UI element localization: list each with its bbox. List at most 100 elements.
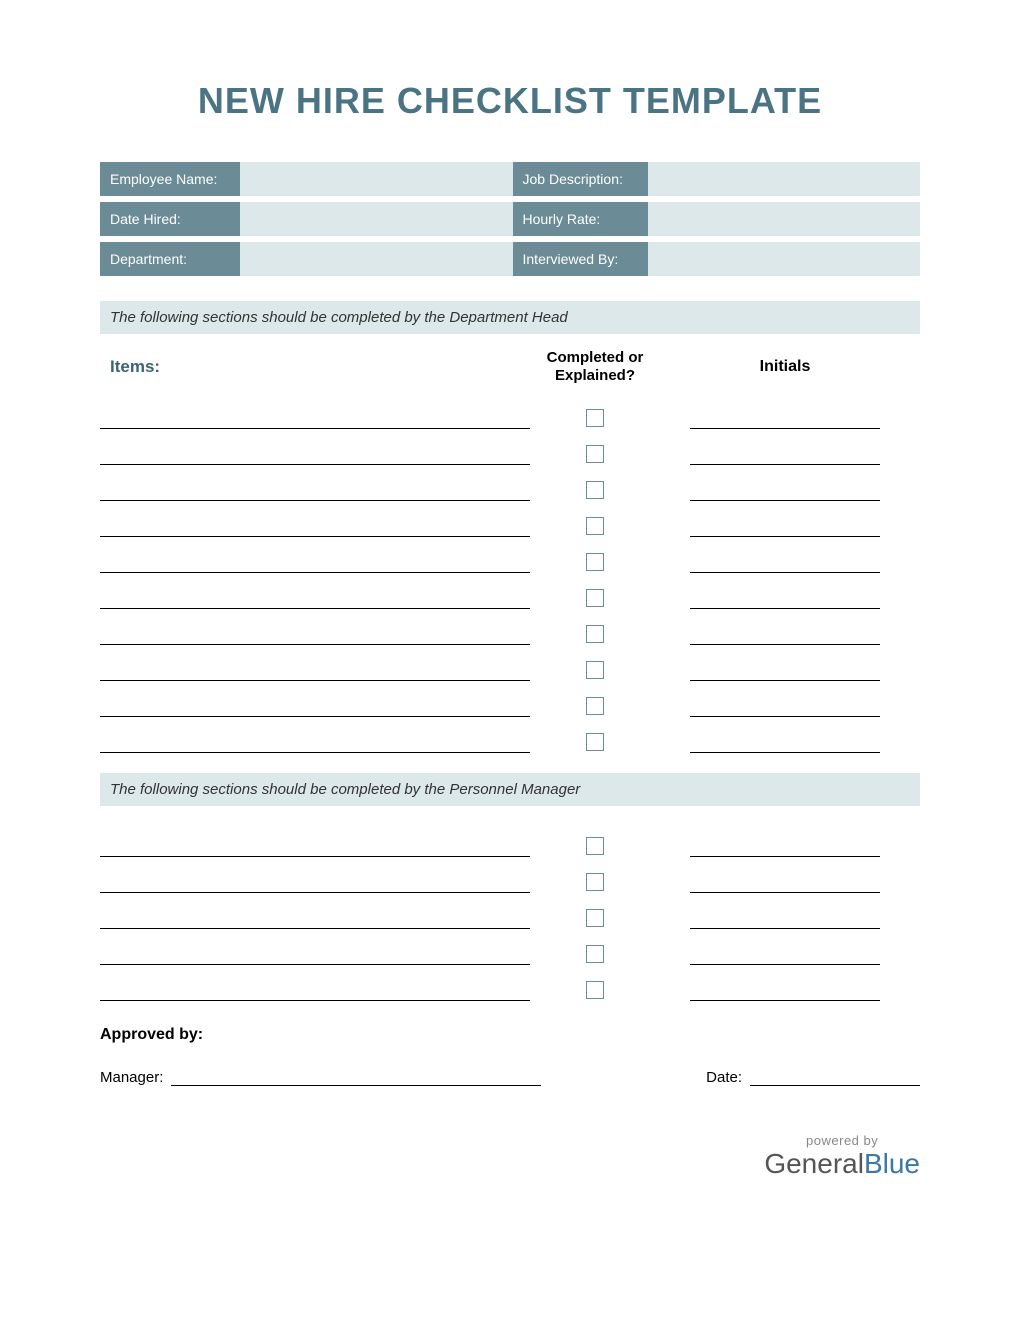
page-container: NEW HIRE CHECKLIST TEMPLATE Employee Nam… [0,0,1020,1320]
department-field[interactable] [240,242,513,276]
initials-line[interactable] [690,717,880,753]
completed-checkbox[interactable] [586,625,604,643]
checkbox-cell [530,821,660,857]
date-signature-line[interactable] [750,1085,920,1086]
employee-info-grid: Employee Name: Job Description: Date Hir… [100,162,920,276]
initials-line[interactable] [690,429,880,465]
section1-instruction: The following sections should be complet… [100,301,920,334]
item-line[interactable] [100,537,530,573]
initials-line[interactable] [690,681,880,717]
initials-line[interactable] [690,929,880,965]
employee-name-label: Employee Name: [100,162,240,196]
checkbox-cell [530,573,660,609]
interviewed-by-label: Interviewed By: [513,242,648,276]
department-label: Department: [100,242,240,276]
checkbox-cell [530,501,660,537]
item-line[interactable] [100,573,530,609]
item-line[interactable] [100,393,530,429]
checklist-row [100,717,920,753]
checklist-row [100,929,920,965]
completed-checkbox[interactable] [586,981,604,999]
completed-checkbox[interactable] [586,589,604,607]
completed-checkbox[interactable] [586,873,604,891]
checklist-row [100,893,920,929]
completed-checkbox[interactable] [586,481,604,499]
completed-checkbox[interactable] [586,697,604,715]
hourly-rate-field[interactable] [648,202,921,236]
item-line[interactable] [100,501,530,537]
brand-logo: GeneralBlue [764,1148,920,1180]
item-line[interactable] [100,929,530,965]
section2-instruction: The following sections should be complet… [100,773,920,806]
initials-line[interactable] [690,857,880,893]
completed-checkbox[interactable] [586,909,604,927]
header-items: Items: [100,357,530,377]
employee-name-field[interactable] [240,162,513,196]
checklist-row [100,429,920,465]
item-line[interactable] [100,609,530,645]
section2-rows [100,821,920,1001]
item-line[interactable] [100,465,530,501]
initials-line[interactable] [690,645,880,681]
completed-checkbox[interactable] [586,733,604,751]
job-description-field[interactable] [648,162,921,196]
manager-label: Manager: [100,1069,163,1086]
completed-checkbox[interactable] [586,553,604,571]
item-line[interactable] [100,645,530,681]
checkbox-cell [530,609,660,645]
completed-checkbox[interactable] [586,517,604,535]
manager-signature-line[interactable] [171,1085,541,1086]
initials-line[interactable] [690,573,880,609]
initials-line[interactable] [690,965,880,1001]
checkbox-cell [530,465,660,501]
initials-line[interactable] [690,537,880,573]
completed-checkbox[interactable] [586,661,604,679]
checklist-row [100,857,920,893]
page-title: NEW HIRE CHECKLIST TEMPLATE [100,80,920,122]
interviewed-by-field[interactable] [648,242,921,276]
checklist-row [100,501,920,537]
checklist-header: Items: Completed or Explained? Initials [100,349,920,385]
date-label: Date: [706,1069,742,1086]
checklist-row [100,573,920,609]
checkbox-cell [530,537,660,573]
initials-line[interactable] [690,465,880,501]
checklist-row [100,965,920,1001]
checkbox-cell [530,965,660,1001]
completed-checkbox[interactable] [586,445,604,463]
item-line[interactable] [100,429,530,465]
hourly-rate-label: Hourly Rate: [513,202,648,236]
item-line[interactable] [100,965,530,1001]
initials-line[interactable] [690,821,880,857]
checklist-row [100,393,920,429]
checklist-row [100,609,920,645]
initials-line[interactable] [690,393,880,429]
item-line[interactable] [100,717,530,753]
item-line[interactable] [100,821,530,857]
item-line[interactable] [100,857,530,893]
initials-line[interactable] [690,893,880,929]
checklist-row [100,681,920,717]
checklist-row [100,465,920,501]
item-line[interactable] [100,681,530,717]
initials-line[interactable] [690,609,880,645]
item-line[interactable] [100,893,530,929]
section1-rows [100,393,920,753]
completed-checkbox[interactable] [586,409,604,427]
checkbox-cell [530,717,660,753]
signature-row: Manager: Date: [100,1069,920,1086]
approved-by-label: Approved by: [100,1026,920,1044]
job-description-label: Job Description: [513,162,648,196]
checklist-row [100,537,920,573]
header-completed: Completed or Explained? [530,349,660,385]
checklist-row [100,821,920,857]
completed-checkbox[interactable] [586,945,604,963]
header-initials: Initials [690,358,880,376]
powered-by-text: powered by [764,1133,920,1148]
completed-checkbox[interactable] [586,837,604,855]
initials-line[interactable] [690,501,880,537]
date-hired-field[interactable] [240,202,513,236]
brand-part1: General [764,1148,864,1179]
checklist-row [100,645,920,681]
checkbox-cell [530,681,660,717]
